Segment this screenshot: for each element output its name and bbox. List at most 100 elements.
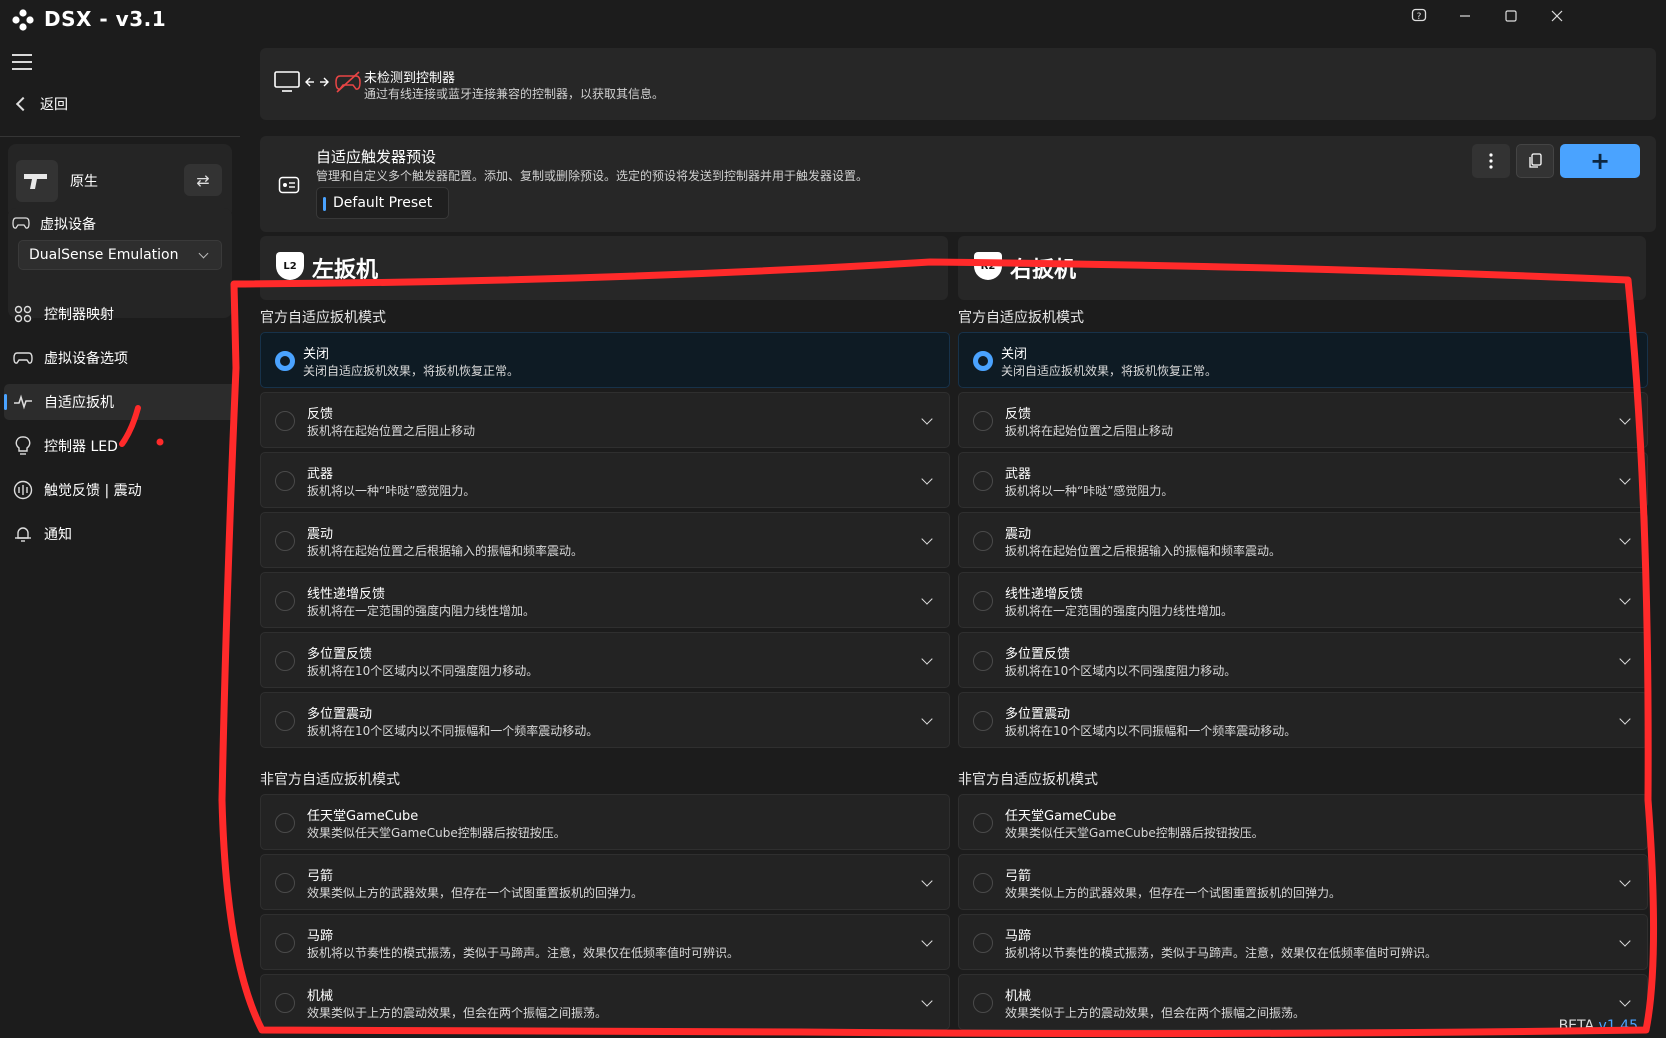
sidebar-item-controller-led[interactable]: 控制器 LED: [4, 428, 236, 464]
radio-button[interactable]: [973, 873, 993, 893]
radio-button[interactable]: [973, 591, 993, 611]
trigger-mode-option[interactable]: 弓箭 效果类似上方的武器效果，但存在一个试图重置扳机的回弹力。: [958, 854, 1648, 910]
radio-button[interactable]: [973, 531, 993, 551]
sidebar-item-haptics[interactable]: 触觉反馈 | 震动: [4, 472, 236, 508]
chevron-down-icon[interactable]: [921, 713, 933, 725]
trigger-mode-option[interactable]: 弓箭 效果类似上方的武器效果，但存在一个试图重置扳机的回弹力。: [260, 854, 950, 910]
sidebar-item-notifications[interactable]: 通知: [4, 516, 236, 552]
chevron-down-icon[interactable]: [921, 593, 933, 605]
trigger-mode-option[interactable]: 线性递增反馈 扳机将在一定范围的强度内阻力线性增加。: [958, 572, 1648, 628]
nav-label: 虚拟设备选项: [44, 351, 128, 367]
chevron-down-icon[interactable]: [1619, 533, 1631, 545]
radio-button[interactable]: [973, 933, 993, 953]
trigger-mode-option[interactable]: 反馈 扳机将在起始位置之后阻止移动: [260, 392, 950, 448]
sidebar-item-controller-mapping[interactable]: 控制器映射: [4, 296, 236, 332]
preset-description: 管理和自定义多个触发器配置。添加、复制或删除预设。选定的预设将发送到控制器并用于…: [316, 169, 869, 183]
radio-button[interactable]: [973, 411, 993, 431]
mode-title: 反馈: [307, 407, 334, 422]
status-icons: [274, 70, 362, 94]
l2-badge-icon: L2: [276, 252, 304, 280]
trigger-mode-option[interactable]: 震动 扳机将在起始位置之后根据输入的振幅和频率震动。: [958, 512, 1648, 568]
radio-button[interactable]: [275, 591, 295, 611]
sidebar-item-adaptive-triggers[interactable]: 自适应扳机: [4, 384, 236, 420]
chevron-down-icon[interactable]: [1619, 713, 1631, 725]
chevron-down-icon[interactable]: [1619, 473, 1631, 485]
chevron-down-icon[interactable]: [1619, 935, 1631, 947]
chevron-down-icon[interactable]: [1619, 593, 1631, 605]
back-button[interactable]: 返回: [12, 94, 68, 114]
trigger-mode-option[interactable]: 武器 扳机将以一种“咔哒”感觉阻力。: [958, 452, 1648, 508]
chevron-down-icon[interactable]: [921, 995, 933, 1007]
trigger-mode-option[interactable]: 武器 扳机将以一种“咔哒”感觉阻力。: [260, 452, 950, 508]
sidebar-item-virtual-device-options[interactable]: 虚拟设备选项: [4, 340, 236, 376]
nav-label: 控制器映射: [44, 307, 114, 323]
trigger-mode-option[interactable]: 多位置震动扳机将在10个区域内以不同振幅和一个频率震动移动。: [958, 692, 1648, 748]
mode-description: 效果类似任天堂GameCube控制器后按钮按压。: [1005, 826, 1264, 840]
controller-mapping-icon: [12, 303, 34, 325]
mode-description: 扳机将在10个区域内以不同振幅和一个频率震动移动。: [307, 724, 599, 738]
radio-button[interactable]: [275, 411, 295, 431]
radio-button[interactable]: [275, 711, 295, 731]
chevron-down-icon[interactable]: [1619, 653, 1631, 665]
radio-button[interactable]: [973, 813, 993, 833]
radio-button[interactable]: [275, 813, 295, 833]
chevron-down-icon[interactable]: [921, 935, 933, 947]
mode-description: 扳机将在10个区域内以不同强度阻力移动。: [307, 664, 539, 678]
copy-preset-button[interactable]: [1516, 144, 1554, 178]
close-icon[interactable]: [1534, 0, 1580, 32]
swap-profile-button[interactable]: ⇄: [184, 164, 222, 196]
radio-button[interactable]: [275, 531, 295, 551]
chevron-down-icon[interactable]: [921, 875, 933, 887]
virtual-device-dropdown[interactable]: DualSense Emulation: [18, 240, 222, 270]
radio-button[interactable]: [275, 351, 295, 371]
mode-description: 扳机将在10个区域内以不同振幅和一个频率震动移动。: [1005, 724, 1297, 738]
trigger-mode-option[interactable]: 马蹄 扳机将以节奏性的模式振荡，类似于马蹄声。注意，效果仅在低频率值时可辨识。: [260, 914, 950, 970]
mode-title: 弓箭: [307, 869, 334, 884]
radio-button[interactable]: [973, 351, 993, 371]
chevron-down-icon[interactable]: [921, 413, 933, 425]
radio-button[interactable]: [973, 711, 993, 731]
radio-button[interactable]: [275, 471, 295, 491]
add-preset-button[interactable]: +: [1560, 144, 1640, 178]
trigger-mode-option[interactable]: 线性递增反馈 扳机将在一定范围的强度内阻力线性增加。: [260, 572, 950, 628]
trigger-mode-option[interactable]: 关闭 关闭自适应扳机效果，将扳机恢复正常。: [260, 332, 950, 388]
chevron-down-icon[interactable]: [1619, 875, 1631, 887]
chevron-down-icon[interactable]: [921, 533, 933, 545]
chevron-down-icon[interactable]: [921, 653, 933, 665]
hamburger-menu-icon[interactable]: [12, 54, 32, 70]
controller-status-panel: 未检测到控制器 通过有线连接或蓝牙连接兼容的控制器，以获取其信息。: [260, 48, 1656, 120]
radio-button[interactable]: [275, 873, 295, 893]
chevron-down-icon[interactable]: [1619, 413, 1631, 425]
trigger-mode-option[interactable]: 震动 扳机将在起始位置之后根据输入的振幅和频率震动。: [260, 512, 950, 568]
maximize-icon[interactable]: [1488, 0, 1534, 32]
radio-button[interactable]: [973, 651, 993, 671]
trigger-mode-option[interactable]: 多位置震动扳机将在10个区域内以不同振幅和一个频率震动移动。: [260, 692, 950, 748]
minimize-icon[interactable]: [1442, 0, 1488, 32]
trigger-mode-option[interactable]: 任天堂GameCube 效果类似任天堂GameCube控制器后按钮按压。: [958, 794, 1648, 850]
trigger-mode-option[interactable]: 关闭 关闭自适应扳机效果，将扳机恢复正常。: [958, 332, 1648, 388]
trigger-mode-option[interactable]: 机械 效果类似于上方的震动效果，但会在两个振幅之间振荡。: [260, 974, 950, 1030]
trigger-mode-option[interactable]: 机械 效果类似于上方的震动效果，但会在两个振幅之间振荡。: [958, 974, 1648, 1030]
radio-button[interactable]: [973, 471, 993, 491]
more-options-button[interactable]: [1472, 144, 1510, 178]
chevron-down-icon[interactable]: [921, 473, 933, 485]
radio-button[interactable]: [275, 993, 295, 1013]
mode-title: 多位置震动: [307, 707, 373, 722]
mode-title: 多位置震动: [1005, 707, 1071, 722]
trigger-mode-option[interactable]: 马蹄 扳机将以节奏性的模式振荡，类似于马蹄声。注意，效果仅在低频率值时可辨识。: [958, 914, 1648, 970]
chevron-down-icon[interactable]: [1619, 995, 1631, 1007]
radio-button[interactable]: [275, 933, 295, 953]
trigger-mode-option[interactable]: 多位置反馈 扳机将在10个区域内以不同强度阻力移动。: [260, 632, 950, 688]
help-icon[interactable]: ?: [1396, 0, 1442, 32]
trigger-mode-option[interactable]: 任天堂GameCube 效果类似任天堂GameCube控制器后按钮按压。: [260, 794, 950, 850]
trigger-mode-option[interactable]: 多位置反馈 扳机将在10个区域内以不同强度阻力移动。: [958, 632, 1648, 688]
mode-description: 效果类似于上方的震动效果，但会在两个振幅之间振荡。: [307, 1006, 608, 1020]
radio-button[interactable]: [275, 651, 295, 671]
mode-title: 关闭: [303, 347, 330, 362]
radio-button[interactable]: [973, 993, 993, 1013]
right-trigger-header: R2 右扳机: [958, 236, 1646, 300]
trigger-mode-option[interactable]: 反馈 扳机将在起始位置之后阻止移动: [958, 392, 1648, 448]
preset-selector[interactable]: Default Preset: [316, 187, 450, 219]
mode-description: 关闭自适应扳机效果，将扳机恢复正常。: [1001, 364, 1218, 378]
